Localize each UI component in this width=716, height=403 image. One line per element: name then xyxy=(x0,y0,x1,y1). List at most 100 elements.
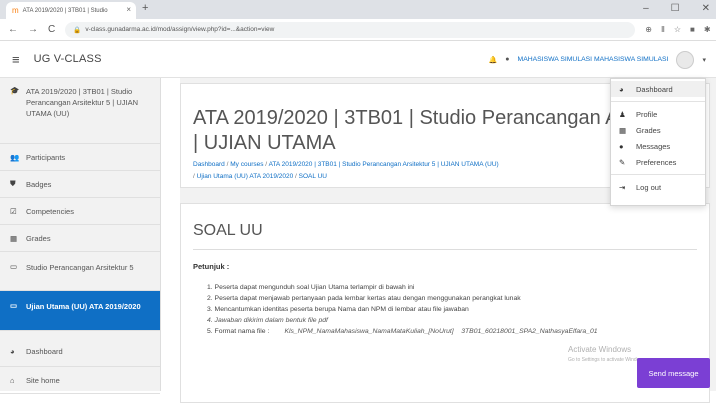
list-item: 3. Mencantumkan identitas peserta berupa… xyxy=(207,306,469,313)
menu-item-label: Dashboard xyxy=(636,84,673,94)
menu-item-profile[interactable]: ♟ Profile xyxy=(611,106,705,122)
drawer-item-dashboard[interactable]: ◕ Dashboard xyxy=(0,337,160,367)
list-item: 5. Format nama file : Kls_NPM_NamaMahasi… xyxy=(207,328,598,335)
url-input[interactable]: 🔒 v-class.gunadarma.ac.id/mod/assign/vie… xyxy=(65,21,636,38)
browser-tab[interactable]: m ATA 2019/2020 | 3TB01 | Studio × xyxy=(6,2,136,19)
check-square-icon: ☑ xyxy=(10,206,17,216)
back-icon[interactable]: ← xyxy=(8,24,18,35)
user-icon: ♟ xyxy=(619,109,626,119)
menu-item-preferences[interactable]: ✎ Preferences xyxy=(611,154,705,170)
new-tab-icon[interactable]: + xyxy=(142,2,148,14)
send-message-button[interactable]: Send message xyxy=(637,358,710,388)
hamburger-menu-icon[interactable]: ≡ xyxy=(12,52,20,67)
notification-bell-icon[interactable]: 🔔 xyxy=(489,56,498,64)
section-title: SOAL UU xyxy=(193,222,263,239)
menu-divider xyxy=(611,174,705,175)
user-menu-dropdown: ◕ Dashboard ♟ Profile ▦ Grades ● Message… xyxy=(610,78,706,206)
list-item: 4. Jawaban dikirim dalam bentuk file pdf xyxy=(207,317,328,324)
drawer-item-label: Participants xyxy=(26,152,66,162)
browser-tab-bar: m ATA 2019/2020 | 3TB01 | Studio × + – ☐… xyxy=(0,0,716,19)
tab-title: ATA 2019/2020 | 3TB01 | Studio xyxy=(22,7,108,14)
drawer-item-label: ATA 2019/2020 | 3TB01 | Studio Perancang… xyxy=(26,87,139,118)
divider xyxy=(193,249,697,250)
drawer-item-course[interactable]: 🎓 ATA 2019/2020 | 3TB01 | Studio Peranca… xyxy=(0,78,160,144)
bookmark-icon[interactable]: ☆ xyxy=(674,25,681,34)
list-item: 2. Peserta dapat menjawab pertanyaan pad… xyxy=(207,295,521,302)
menu-item-label: Grades xyxy=(636,125,661,135)
menu-item-label: Messages xyxy=(636,141,671,151)
graduation-cap-icon: 🎓 xyxy=(10,86,20,95)
table-icon: ▦ xyxy=(619,125,627,135)
folder-icon: ▭ xyxy=(10,262,18,271)
drawer-item-site-home[interactable]: ⌂ Site home xyxy=(0,367,160,394)
nav-drawer: 🎓 ATA 2019/2020 | 3TB01 | Studio Peranca… xyxy=(0,78,161,394)
file-example: 3TB01_60218001_SPA2_NathasyaElfara_01 xyxy=(461,328,598,335)
home-icon: ⌂ xyxy=(10,375,15,385)
drawer-item-participants[interactable]: 👥 Participants xyxy=(0,144,160,171)
close-tab-icon[interactable]: × xyxy=(126,5,131,14)
dashboard-icon: ◕ xyxy=(619,84,624,94)
drawer-item-label: Ujian Utama (UU) ATA 2019/2020 xyxy=(26,302,141,311)
wrench-icon: ✎ xyxy=(619,157,626,167)
breadcrumb-item[interactable]: Dashboard xyxy=(193,161,225,168)
reload-icon[interactable]: C xyxy=(48,24,55,35)
drawer-item-competencies[interactable]: ☑ Competencies xyxy=(0,198,160,225)
user-name[interactable]: MAHASISWA SIMULASI MAHASISWA SIMULASI xyxy=(518,56,669,63)
instructions-list: 1. Peserta dapat mengunduh soal Ujian Ut… xyxy=(207,282,598,337)
folder-icon: ▭ xyxy=(10,301,18,310)
maximize-icon[interactable]: ☐ xyxy=(671,3,680,14)
menu-item-logout[interactable]: ⇥ Log out xyxy=(611,179,705,195)
user-menu-caret-icon[interactable]: ▾ xyxy=(702,56,706,64)
breadcrumb-item[interactable]: My courses xyxy=(230,161,263,168)
extension-icons: ⊕ Ⅱ ☆ ■ ✱ ⋮ xyxy=(645,24,716,35)
assignment-content: SOAL UU Petunjuk : 1. Peserta dapat meng… xyxy=(180,203,710,403)
instructions-heading: Petunjuk : xyxy=(193,262,230,271)
dashboard-icon: ◕ xyxy=(10,347,15,356)
drawer-item-badges[interactable]: ⛊ Badges xyxy=(0,171,160,198)
drawer-item-section[interactable]: ▭ Studio Perancangan Arsitektur 5 xyxy=(0,252,160,291)
breadcrumb: Dashboard / My courses / ATA 2019/2020 |… xyxy=(193,159,633,183)
users-icon: 👥 xyxy=(10,152,20,162)
lock-icon: 🔒 xyxy=(73,26,82,34)
shield-icon: ⛊ xyxy=(10,179,16,188)
extension-icon[interactable]: ■ xyxy=(690,25,695,34)
minimize-icon[interactable]: – xyxy=(643,3,649,14)
list-item: 1. Peserta dapat mengunduh soal Ujian Ut… xyxy=(207,284,415,291)
drawer-item-label: Badges xyxy=(26,179,52,189)
drawer-item-grades[interactable]: ▦ Grades xyxy=(0,225,160,252)
table-icon: ▦ xyxy=(10,233,18,243)
menu-item-label: Profile xyxy=(636,109,658,119)
window-controls: – ☐ ✕ xyxy=(643,3,710,14)
drawer-item-label: Competencies xyxy=(26,206,74,216)
menu-item-dashboard[interactable]: ◕ Dashboard xyxy=(611,81,705,97)
messages-icon[interactable]: ● xyxy=(505,56,509,63)
address-bar: ← → C 🔒 v-class.gunadarma.ac.id/mod/assi… xyxy=(0,19,716,41)
forward-icon[interactable]: → xyxy=(28,24,38,35)
breadcrumb-item[interactable]: Ujian Utama (UU) ATA 2019/2020 xyxy=(197,173,294,180)
drawer-item-label: Dashboard xyxy=(26,347,63,356)
moodle-favicon-icon: m xyxy=(12,6,19,15)
puzzle-icon[interactable]: ✱ xyxy=(704,25,711,34)
avatar[interactable] xyxy=(676,50,695,69)
url-text: v-class.gunadarma.ac.id/mod/assign/view.… xyxy=(85,26,275,33)
drawer-item-label: Site home xyxy=(26,375,60,385)
breadcrumb-item[interactable]: SOAL UU xyxy=(299,173,327,180)
menu-divider xyxy=(611,101,705,102)
menu-item-label: Log out xyxy=(636,182,662,192)
drawer-item-label: Studio Perancangan Arsitektur 5 xyxy=(26,263,134,272)
drawer-item-label: Grades xyxy=(26,233,51,243)
site-name[interactable]: UG V-CLASS xyxy=(34,53,102,65)
activation-watermark: Activate Windows Go to Settings to activ… xyxy=(568,345,647,363)
translate-icon[interactable]: ⊕ xyxy=(645,25,652,34)
menu-item-label: Preferences xyxy=(636,157,677,167)
close-window-icon[interactable]: ✕ xyxy=(702,3,710,14)
menu-item-grades[interactable]: ▦ Grades xyxy=(611,122,705,138)
site-navbar: ≡ UG V-CLASS 🔔 ● MAHASISWA SIMULASI MAHA… xyxy=(0,41,716,78)
menu-item-messages[interactable]: ● Messages xyxy=(611,138,705,154)
logout-icon: ⇥ xyxy=(619,182,626,192)
navbar-user-area: 🔔 ● MAHASISWA SIMULASI MAHASISWA SIMULAS… xyxy=(489,41,706,78)
file-format: Kls_NPM_NamaMahasiswa_NamaMataKuliah_[No… xyxy=(284,328,454,335)
breadcrumb-item[interactable]: ATA 2019/2020 | 3TB01 | Studio Perancang… xyxy=(269,161,499,168)
reader-icon[interactable]: Ⅱ xyxy=(661,25,665,34)
drawer-item-active-section[interactable]: ▭ Ujian Utama (UU) ATA 2019/2020 xyxy=(0,291,160,331)
